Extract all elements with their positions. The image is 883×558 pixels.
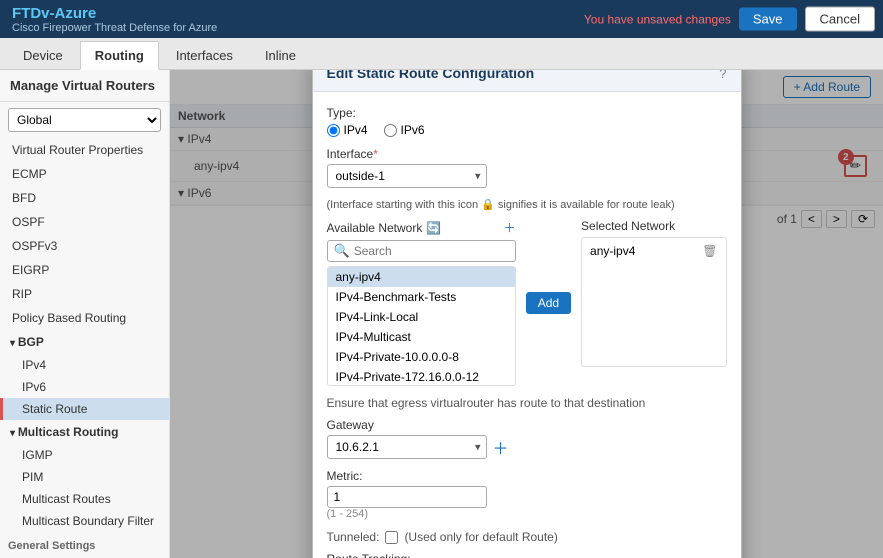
sidebar-item-bfd[interactable]: BFD: [0, 186, 169, 210]
selected-item-any-ipv4: any-ipv4 🗑: [590, 242, 717, 260]
sidebar-item-policy-based-routing[interactable]: Policy Based Routing: [0, 306, 169, 330]
available-network-list: any-ipv4 IPv4-Benchmark-Tests IPv4-Link-…: [327, 266, 516, 386]
sidebar-item-ospfv3[interactable]: OSPFv3: [0, 234, 169, 258]
add-gateway-icon[interactable]: ＋: [493, 435, 509, 459]
modal-help-icon[interactable]: ?: [719, 70, 726, 81]
sidebar-item-eigrp[interactable]: EIGRP: [0, 258, 169, 282]
available-network-section: Available Network 🔄 ＋ 🔍 any-ipv4 IPv4-Be…: [327, 219, 516, 386]
available-network-label: Available Network 🔄 ＋: [327, 219, 516, 236]
gateway-input-row: 10.6.2.1 ＋: [327, 435, 727, 459]
modal-overlay: Edit Static Route Configuration ? Type: …: [170, 70, 883, 558]
modal-header: Edit Static Route Configuration ?: [313, 70, 741, 92]
network-section: Available Network 🔄 ＋ 🔍 any-ipv4 IPv4-Be…: [327, 219, 727, 386]
sidebar-item-multicast-boundary-filter[interactable]: Multicast Boundary Filter: [0, 510, 169, 532]
tab-interfaces[interactable]: Interfaces: [161, 41, 248, 69]
refresh-network-icon[interactable]: 🔄: [426, 221, 441, 235]
sidebar-item-pim[interactable]: PIM: [0, 466, 169, 488]
tunneled-row: Tunneled: (Used only for default Route): [327, 530, 727, 544]
sidebar-general-settings: General Settings: [0, 536, 169, 554]
top-bar-actions: You have unsaved changes Save Cancel: [584, 7, 875, 32]
selected-item-label: any-ipv4: [590, 244, 635, 258]
sidebar-item-igmp[interactable]: IGMP: [0, 444, 169, 466]
net-item-link-local[interactable]: IPv4-Link-Local: [328, 307, 515, 327]
main-layout: Manage Virtual Routers Global Virtual Ro…: [0, 70, 883, 558]
metric-input[interactable]: [327, 486, 487, 508]
interface-select-wrapper: outside-1: [327, 164, 487, 188]
search-box: 🔍: [327, 240, 516, 262]
type-ipv6-radio[interactable]: [384, 124, 397, 137]
route-tracking-label: Route Tracking:: [327, 552, 727, 558]
modal-title: Edit Static Route Configuration: [327, 70, 535, 81]
sidebar-item-static-route[interactable]: Static Route: [0, 398, 169, 420]
app-title: FTDv-Azure Cisco Firepower Threat Defens…: [12, 5, 217, 34]
top-bar: FTDv-Azure Cisco Firepower Threat Defens…: [0, 0, 883, 38]
tab-inline[interactable]: Inline: [250, 41, 311, 69]
sidebar: Manage Virtual Routers Global Virtual Ro…: [0, 70, 170, 558]
sidebar-item-bgp-ipv4[interactable]: IPv4: [0, 354, 169, 376]
type-row: Type: IPv4 IPv6: [327, 106, 727, 137]
search-icon: 🔍: [334, 243, 350, 259]
save-button[interactable]: Save: [739, 8, 797, 31]
type-ipv4-label[interactable]: IPv4: [327, 123, 368, 137]
route-tracking-row: Route Tracking: 3 ＋: [327, 552, 727, 558]
interface-label: Interface*: [327, 147, 727, 161]
sidebar-item-bgp-ipv6[interactable]: IPv6: [0, 376, 169, 398]
modal-body: Type: IPv4 IPv6 Interface*: [313, 92, 741, 558]
sidebar-group-multicast[interactable]: Multicast Routing: [0, 420, 169, 444]
tunneled-checkbox[interactable]: [385, 531, 398, 544]
interface-row: Interface* outside-1: [327, 147, 727, 188]
interface-select[interactable]: outside-1: [327, 164, 487, 188]
net-item-private-172[interactable]: IPv4-Private-172.16.0.0-12: [328, 367, 515, 386]
sidebar-router-dropdown[interactable]: Global: [8, 108, 161, 132]
type-label: Type:: [327, 106, 727, 120]
sidebar-title: Manage Virtual Routers: [0, 70, 169, 102]
ensure-text: Ensure that egress virtualrouter has rou…: [327, 396, 727, 410]
sidebar-item-general-bgp[interactable]: BGP: [0, 554, 169, 558]
gateway-select[interactable]: 10.6.2.1: [327, 435, 487, 459]
net-item-any-ipv4[interactable]: any-ipv4: [328, 267, 515, 287]
gateway-row: Gateway 10.6.2.1 ＋: [327, 418, 727, 459]
modal: Edit Static Route Configuration ? Type: …: [312, 70, 742, 558]
selected-network-box: any-ipv4 🗑: [581, 237, 726, 367]
content-area: + Add Route Network Metric Tracked ▾ IPv…: [170, 70, 883, 558]
sidebar-item-multicast-routes[interactable]: Multicast Routes: [0, 488, 169, 510]
net-item-multicast[interactable]: IPv4-Multicast: [328, 327, 515, 347]
tunneled-hint: (Used only for default Route): [404, 530, 557, 544]
add-network-icon[interactable]: ＋: [504, 219, 516, 236]
sidebar-item-ecmp[interactable]: ECMP: [0, 162, 169, 186]
selected-network-label: Selected Network: [581, 219, 726, 233]
net-item-benchmark[interactable]: IPv4-Benchmark-Tests: [328, 287, 515, 307]
type-ipv6-label[interactable]: IPv6: [384, 123, 425, 137]
metric-label: Metric:: [327, 469, 727, 483]
selected-network-section: Selected Network any-ipv4 🗑: [581, 219, 726, 386]
add-network-button[interactable]: Add: [526, 292, 571, 314]
sidebar-item-ospf[interactable]: OSPF: [0, 210, 169, 234]
metric-row: Metric: (1 - 254): [327, 469, 727, 520]
tunneled-label: Tunneled:: [327, 530, 380, 544]
interface-hint: (Interface starting with this icon 🔒 sig…: [327, 198, 727, 211]
delete-selected-icon[interactable]: 🗑: [702, 244, 717, 258]
cancel-button[interactable]: Cancel: [805, 7, 875, 32]
type-radio-group: IPv4 IPv6: [327, 123, 727, 137]
sidebar-group-bgp[interactable]: BGP: [0, 330, 169, 354]
metric-hint: (1 - 254): [327, 508, 727, 520]
search-input[interactable]: [354, 244, 509, 258]
net-item-private-10[interactable]: IPv4-Private-10.0.0.0-8: [328, 347, 515, 367]
gateway-label: Gateway: [327, 418, 727, 432]
type-ipv4-radio[interactable]: [327, 124, 340, 137]
sidebar-item-virtual-router-properties[interactable]: Virtual Router Properties: [0, 138, 169, 162]
nav-tabs: Device Routing Interfaces Inline: [0, 38, 883, 70]
unsaved-message: You have unsaved changes: [584, 12, 731, 26]
tab-routing[interactable]: Routing: [80, 41, 159, 70]
tab-device[interactable]: Device: [8, 41, 78, 69]
add-btn-container: Add: [526, 219, 571, 386]
sidebar-item-rip[interactable]: RIP: [0, 282, 169, 306]
gateway-select-wrapper: 10.6.2.1: [327, 435, 487, 459]
